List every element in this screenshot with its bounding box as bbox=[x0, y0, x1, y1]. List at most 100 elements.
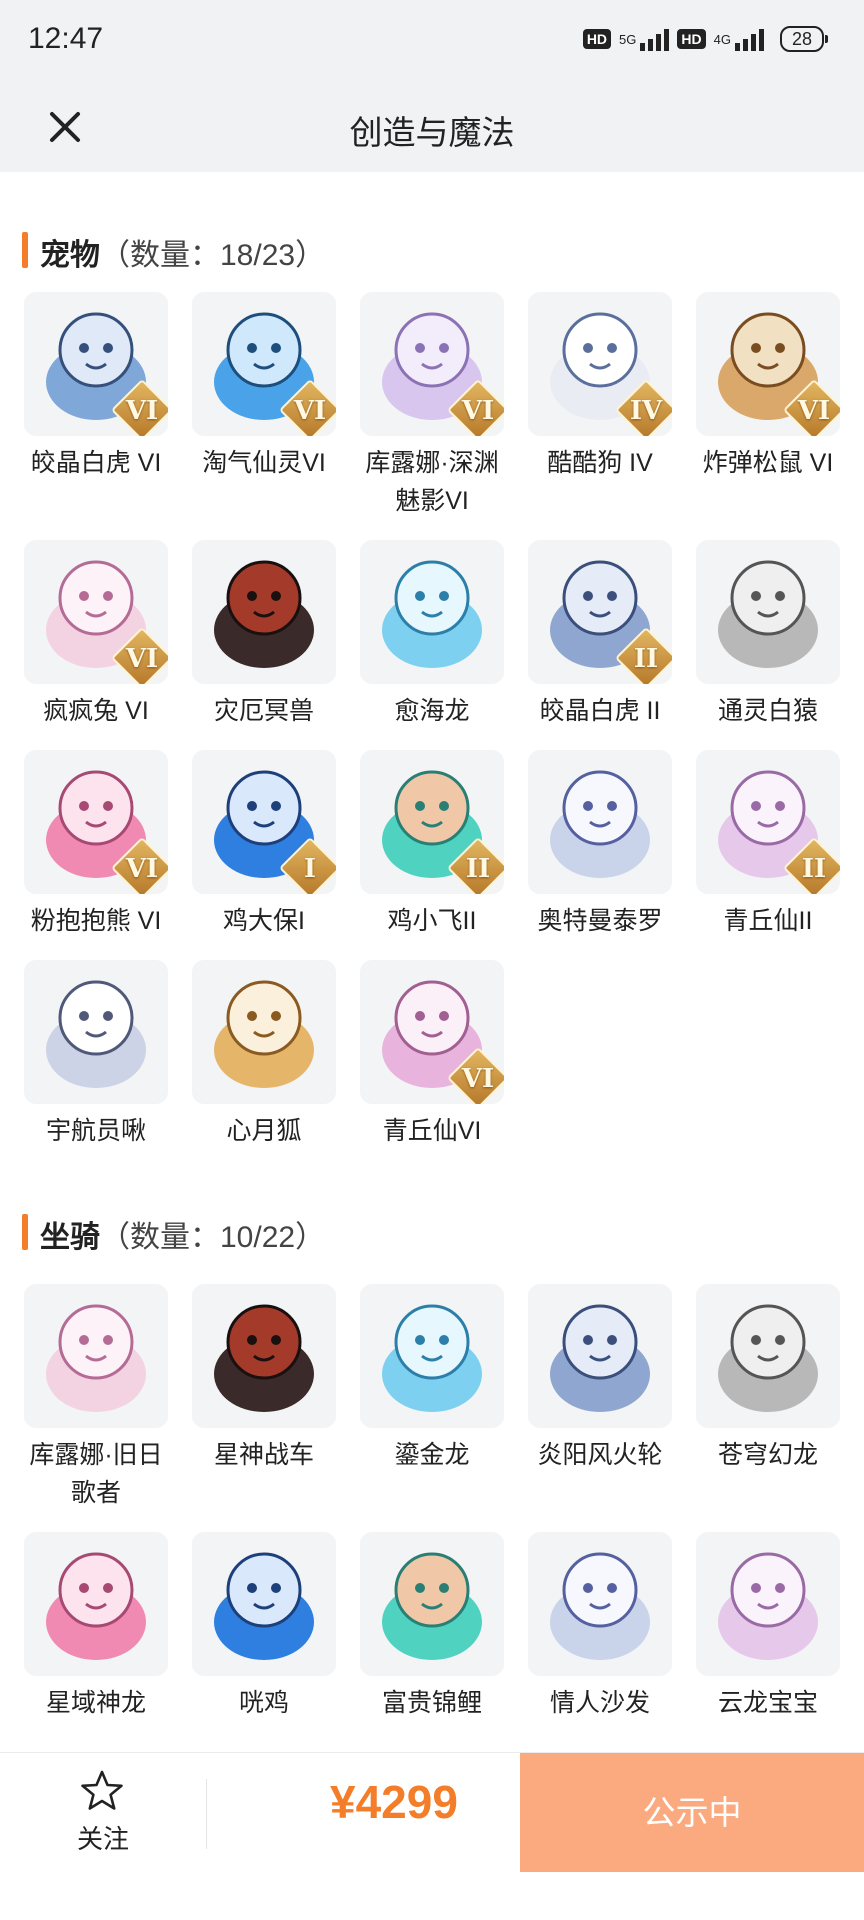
level-badge-text: II bbox=[465, 854, 491, 884]
mounts-section-header: 坐骑（数量：10/22） bbox=[0, 1170, 864, 1284]
pets-count: （数量：18/23） bbox=[100, 239, 326, 272]
pet-card[interactable]: VI 青丘仙VI bbox=[360, 960, 504, 1170]
publicity-status-button[interactable]: 公示中 bbox=[520, 1753, 864, 1873]
pet-thumbnail: I bbox=[192, 750, 336, 894]
pet-name: 酷酷狗 IV bbox=[547, 449, 653, 477]
mount-card[interactable]: 情人沙发 bbox=[528, 1532, 672, 1752]
pet-thumbnail: II bbox=[360, 750, 504, 894]
mount-name: 鎏金龙 bbox=[394, 1441, 470, 1469]
pet-thumbnail: VI bbox=[24, 540, 168, 684]
section-accent-bar bbox=[22, 232, 28, 268]
star-icon bbox=[81, 1770, 123, 1810]
hd-badge-2: HD bbox=[677, 29, 706, 49]
pet-thumbnail: VI bbox=[24, 750, 168, 894]
pet-name: 皎晶白虎 VI bbox=[30, 449, 162, 477]
pet-thumbnail bbox=[696, 540, 840, 684]
mount-art bbox=[46, 1552, 146, 1660]
pet-card[interactable]: 奥特曼泰罗 bbox=[528, 750, 672, 960]
pets-section-title: 宠物（数量：18/23） bbox=[40, 230, 325, 274]
pet-art bbox=[382, 560, 482, 668]
pet-card[interactable]: 愈海龙 bbox=[360, 540, 504, 750]
mount-name: 库露娜·旧日歌者 bbox=[29, 1441, 163, 1507]
pet-card[interactable]: II 皎晶白虎 II bbox=[528, 540, 672, 750]
mount-thumbnail bbox=[192, 1532, 336, 1676]
pet-card[interactable]: 灾厄冥兽 bbox=[192, 540, 336, 750]
mount-art bbox=[382, 1304, 482, 1412]
mount-name: 云龙宝宝 bbox=[717, 1689, 818, 1717]
nav-bar: 创造与魔法 bbox=[0, 80, 864, 172]
level-badge-text: VI bbox=[125, 854, 159, 884]
mount-art bbox=[550, 1304, 650, 1412]
mount-thumbnail bbox=[24, 1532, 168, 1676]
mount-card[interactable]: 苍穹幻龙 bbox=[696, 1284, 840, 1532]
pet-card[interactable]: VI 炸弹松鼠 VI bbox=[696, 292, 840, 540]
pet-name: 皎晶白虎 II bbox=[539, 697, 661, 725]
pet-card[interactable]: VI 淘气仙灵VI bbox=[192, 292, 336, 540]
mount-card[interactable]: 库露娜·旧日歌者 bbox=[24, 1284, 168, 1532]
status-time: 12:47 bbox=[28, 22, 104, 55]
follow-button[interactable]: 关注 bbox=[0, 1753, 206, 1873]
pet-thumbnail: VI bbox=[24, 292, 168, 436]
mount-art bbox=[718, 1304, 818, 1412]
pets-section: 宠物（数量：18/23） VI 皎晶白虎 VI VI 淘气仙灵VI VI 库露娜·深渊魅影… bbox=[0, 172, 864, 1170]
pet-thumbnail bbox=[192, 960, 336, 1104]
pet-art bbox=[46, 980, 146, 1088]
mounts-section-title: 坐骑（数量：10/22） bbox=[40, 1212, 325, 1256]
pet-card[interactable]: VI 疯疯兔 VI bbox=[24, 540, 168, 750]
pet-card[interactable]: II 鸡小飞II bbox=[360, 750, 504, 960]
pet-thumbnail: II bbox=[528, 540, 672, 684]
level-badge-text: VI bbox=[293, 396, 327, 426]
mount-art bbox=[214, 1552, 314, 1660]
mount-card[interactable]: 咣鸡 bbox=[192, 1532, 336, 1752]
pet-card[interactable]: 通灵白猿 bbox=[696, 540, 840, 750]
pet-art bbox=[214, 560, 314, 668]
mount-thumbnail bbox=[696, 1532, 840, 1676]
mount-art bbox=[550, 1552, 650, 1660]
mount-card[interactable]: 云龙宝宝 bbox=[696, 1532, 840, 1752]
mount-art bbox=[46, 1304, 146, 1412]
mount-card[interactable]: 富贵锦鲤 bbox=[360, 1532, 504, 1752]
mounts-section: 坐骑（数量：10/22） 库露娜·旧日歌者 星神战车 鎏金龙 炎阳风火轮 苍穹幻龙星域神… bbox=[0, 1170, 864, 1752]
mount-thumbnail bbox=[24, 1284, 168, 1428]
pet-card[interactable]: VI 皎晶白虎 VI bbox=[24, 292, 168, 540]
pet-card[interactable]: IV 酷酷狗 IV bbox=[528, 292, 672, 540]
pet-thumbnail: VI bbox=[360, 960, 504, 1104]
pet-card[interactable]: 心月狐 bbox=[192, 960, 336, 1170]
mount-card[interactable]: 鎏金龙 bbox=[360, 1284, 504, 1532]
level-badge-text: VI bbox=[461, 1064, 495, 1094]
pet-name: 疯疯兔 VI bbox=[43, 697, 149, 725]
pet-card[interactable]: II 青丘仙II bbox=[696, 750, 840, 960]
pet-name: 鸡小飞II bbox=[387, 907, 477, 935]
mounts-count: （数量：10/22） bbox=[100, 1221, 326, 1254]
pet-thumbnail: VI bbox=[360, 292, 504, 436]
mount-thumbnail bbox=[192, 1284, 336, 1428]
pet-name: 鸡大保I bbox=[223, 907, 305, 935]
level-badge-text: II bbox=[633, 644, 659, 674]
divider bbox=[206, 1779, 207, 1849]
pet-card[interactable]: I 鸡大保I bbox=[192, 750, 336, 960]
level-badge-text: VI bbox=[797, 396, 831, 426]
mount-thumbnail bbox=[696, 1284, 840, 1428]
mount-name: 情人沙发 bbox=[549, 1689, 650, 1717]
content-scroll[interactable]: 宠物（数量：18/23） VI 皎晶白虎 VI VI 淘气仙灵VI VI 库露娜·深渊魅影… bbox=[0, 172, 864, 1752]
pet-card[interactable]: VI 库露娜·深渊魅影VI bbox=[360, 292, 504, 540]
network-4g-label: 4G bbox=[713, 31, 731, 47]
page-title: 创造与魔法 bbox=[349, 114, 515, 151]
mount-card[interactable]: 星神战车 bbox=[192, 1284, 336, 1532]
pet-thumbnail bbox=[24, 960, 168, 1104]
pet-name: 炸弹松鼠 VI bbox=[702, 449, 834, 477]
section-accent-bar bbox=[22, 1214, 28, 1250]
pet-card[interactable]: VI 粉抱抱熊 VI bbox=[24, 750, 168, 960]
battery-icon: 28 bbox=[779, 26, 829, 52]
network-5g-label: 5G bbox=[619, 31, 637, 47]
pet-card[interactable]: 宇航员啾 bbox=[24, 960, 168, 1170]
pet-thumbnail: IV bbox=[528, 292, 672, 436]
mount-name: 星域神龙 bbox=[45, 1689, 146, 1717]
mount-card[interactable]: 炎阳风火轮 bbox=[528, 1284, 672, 1532]
pet-thumbnail: II bbox=[696, 750, 840, 894]
level-badge-text: VI bbox=[125, 644, 159, 674]
mount-art bbox=[718, 1552, 818, 1660]
mount-card[interactable]: 星域神龙 bbox=[24, 1532, 168, 1752]
status-bar: 12:47 HD 5G HD 4G 28 bbox=[0, 0, 864, 80]
mount-name: 富贵锦鲤 bbox=[381, 1689, 482, 1717]
